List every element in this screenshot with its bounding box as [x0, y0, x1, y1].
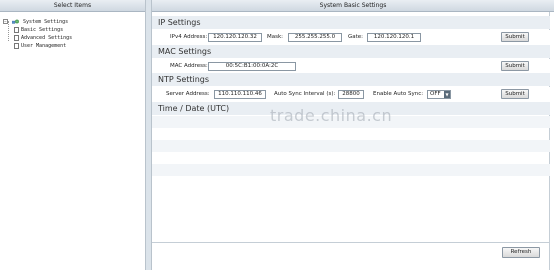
- footer-divider: [152, 242, 550, 243]
- ntp-settings-heading: NTP Settings: [152, 73, 550, 86]
- auto-sync-value: OFF: [430, 91, 441, 97]
- tree-item-label: Advanced Settings: [21, 35, 73, 41]
- ip-settings-heading: IP Settings: [152, 16, 550, 29]
- ntp-submit-button[interactable]: Submit: [501, 89, 529, 99]
- gate-label: Gate:: [348, 34, 364, 40]
- mask-field[interactable]: 255.255.255.0: [288, 33, 342, 42]
- mac-settings-heading: MAC Settings: [152, 45, 550, 58]
- tree-item-advanced-settings[interactable]: Advanced Settings: [0, 34, 145, 42]
- settings-tree: − System Settings Basic Settings Advance…: [0, 12, 145, 50]
- tree-root-system-settings[interactable]: − System Settings: [0, 18, 145, 26]
- auto-sync-select[interactable]: OFF ▼: [427, 90, 451, 99]
- document-icon: [14, 26, 19, 33]
- left-panel-title: Select Items: [0, 0, 145, 12]
- sync-interval-field[interactable]: 28800: [338, 90, 364, 99]
- chevron-down-icon[interactable]: ▼: [444, 91, 450, 98]
- main-panel: System Basic Settings IP Settings IPv4 A…: [152, 0, 554, 270]
- tree-item-label: Basic Settings: [21, 27, 64, 33]
- left-panel: Select Items − System Settings Basic Set…: [0, 0, 146, 270]
- ip-submit-button[interactable]: Submit: [501, 32, 529, 42]
- mac-label: MAC Address:: [170, 63, 208, 69]
- server-address-field[interactable]: 110.110.110.46: [214, 90, 266, 99]
- document-icon: [14, 34, 19, 41]
- gate-field[interactable]: 120.120.120.1: [367, 33, 421, 42]
- mac-address-field[interactable]: 00:5C:B1:00:0A:2C: [208, 62, 296, 71]
- blank-row: [152, 164, 550, 176]
- ntp-settings-row: Server Address: 110.110.110.46 Auto Sync…: [152, 87, 550, 102]
- mask-label: Mask:: [267, 34, 284, 40]
- settings-content: IP Settings IPv4 Address: 120.120.120.32…: [152, 12, 550, 270]
- document-icon: [14, 42, 19, 49]
- tree-item-basic-settings[interactable]: Basic Settings: [0, 26, 145, 34]
- tree-item-user-management[interactable]: User Management: [0, 42, 145, 50]
- server-address-label: Server Address:: [166, 91, 210, 97]
- watermark: trade.china.cn: [270, 106, 393, 125]
- mac-settings-row: MAC Address: 00:5C:B1:00:0A:2C Submit: [152, 59, 550, 74]
- tree-item-label: User Management: [21, 43, 67, 49]
- mac-submit-button[interactable]: Submit: [501, 61, 529, 71]
- page-title: System Basic Settings: [152, 0, 554, 12]
- collapse-icon[interactable]: −: [3, 19, 8, 24]
- tree-root-label: System Settings: [23, 19, 69, 25]
- refresh-button[interactable]: Refresh: [502, 247, 540, 258]
- sync-interval-label: Auto Sync Interval (s):: [274, 91, 336, 97]
- auto-sync-label: Enable Auto Sync:: [373, 91, 424, 97]
- blank-row: [152, 140, 550, 152]
- ipv4-address-field[interactable]: 120.120.120.32: [208, 33, 262, 42]
- ip-settings-row: IPv4 Address: 120.120.120.32 Mask: 255.2…: [152, 30, 550, 45]
- ipv4-label: IPv4 Address:: [170, 34, 208, 40]
- globe-icon: [12, 19, 19, 24]
